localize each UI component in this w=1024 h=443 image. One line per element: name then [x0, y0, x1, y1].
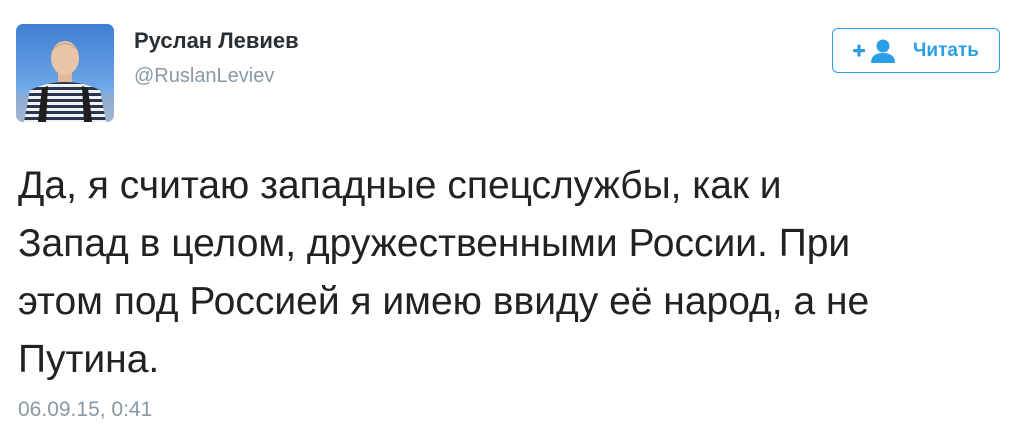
tweet-text-line: Да, я считаю западные спецслужбы, как и	[18, 164, 782, 207]
add-user-icon	[853, 39, 896, 63]
author-handle[interactable]: @RuslanLeviev	[134, 65, 274, 88]
avatar-photo	[16, 24, 114, 122]
follow-button[interactable]: Читать	[832, 28, 1000, 73]
tweet-text: Да, я считаю западные спецслужбы, как и …	[18, 157, 1018, 389]
tweet-text-line: этом под Россией я имею ввиду её народ, …	[18, 280, 870, 323]
author-name[interactable]: Руслан Левиев	[134, 28, 299, 54]
tweet-timestamp[interactable]: 06.09.15, 0:41	[18, 398, 152, 422]
avatar[interactable]	[16, 24, 114, 122]
follow-button-label: Читать	[913, 39, 979, 61]
tweet-text-line: Запад в целом, дружественными России. Пр…	[18, 222, 851, 265]
tweet-text-line: Путина.	[18, 338, 160, 381]
